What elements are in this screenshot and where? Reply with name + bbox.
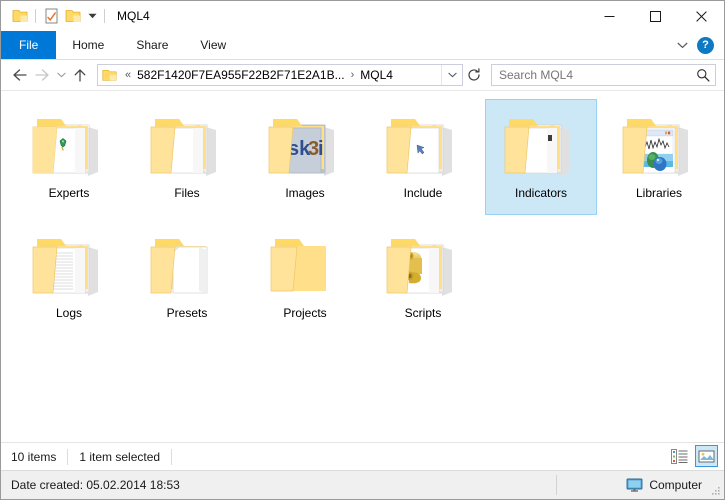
folder-text-docs-icon xyxy=(29,226,109,302)
minimize-button[interactable] xyxy=(586,1,632,31)
address-folder-icon xyxy=(98,69,120,82)
folder-documents-icon xyxy=(147,106,227,182)
quick-access-separator xyxy=(35,9,36,23)
file-item-presets[interactable]: Presets xyxy=(131,219,243,335)
title-bar: MQL4 xyxy=(1,1,724,31)
folder-thumbnail-chart-icon xyxy=(619,106,699,182)
file-item-label: Files xyxy=(174,186,200,200)
back-button[interactable] xyxy=(9,64,31,86)
location-info: Computer xyxy=(626,471,702,499)
item-count-label: 10 items xyxy=(11,448,69,465)
ribbon-tab-bar: File Home Share View ? xyxy=(1,31,724,60)
tab-share[interactable]: Share xyxy=(120,31,184,59)
tab-view[interactable]: View xyxy=(184,31,242,59)
folder-thumbnail-img-icon: sk 3 i xyxy=(265,106,345,182)
search-box[interactable] xyxy=(491,64,716,86)
breadcrumb-item-mql4[interactable]: MQL4 xyxy=(359,68,394,82)
breadcrumb-overflow[interactable]: « xyxy=(120,69,136,81)
file-explorer-window: MQL4 File Home Share View ? « 582F1420F7… xyxy=(0,0,725,500)
file-item-label: Logs xyxy=(55,306,83,320)
file-item-label: Presets xyxy=(166,306,208,320)
breadcrumb: « 582F1420F7EA955F22B2F71E2A1B... › MQL4 xyxy=(120,68,441,82)
date-created-text: Date created: 05.02.2014 18:53 xyxy=(11,478,180,492)
quick-access-toolbar: MQL4 xyxy=(1,5,150,27)
file-item-include[interactable]: Include xyxy=(367,99,479,215)
file-item-label: Include xyxy=(403,186,443,200)
details-view-button[interactable] xyxy=(668,445,691,467)
resize-grip[interactable] xyxy=(711,486,721,496)
file-item-files[interactable]: Files xyxy=(131,99,243,215)
folder-blank-doc-icon xyxy=(147,226,227,302)
window-controls xyxy=(586,1,724,31)
file-item-label: Indicators xyxy=(514,186,568,200)
folder-document-blue-icon xyxy=(383,106,463,182)
selection-count-label: 1 item selected xyxy=(79,448,173,465)
address-dropdown-icon[interactable] xyxy=(441,65,462,85)
breadcrumb-separator[interactable]: › xyxy=(346,69,360,81)
file-item-label: Experts xyxy=(48,186,90,200)
tab-home[interactable]: Home xyxy=(56,31,120,59)
file-item-logs[interactable]: Logs xyxy=(13,219,125,335)
title-separator xyxy=(104,9,105,23)
recent-locations-button[interactable] xyxy=(53,64,69,86)
help-icon[interactable]: ? xyxy=(697,36,714,54)
address-input[interactable]: « 582F1420F7EA955F22B2F71E2A1B... › MQL4 xyxy=(97,64,463,86)
customize-quick-access-arrow[interactable] xyxy=(84,5,100,27)
maximize-button[interactable] xyxy=(632,1,678,31)
file-item-label: Libraries xyxy=(635,186,683,200)
file-item-projects[interactable]: Projects xyxy=(249,219,361,335)
status-bar: 10 items 1 item selected xyxy=(1,442,724,470)
file-item-images[interactable]: sk 3 i Images xyxy=(249,99,361,215)
details-divider xyxy=(556,475,557,495)
refresh-icon[interactable] xyxy=(463,64,485,86)
details-pane: Date created: 05.02.2014 18:53 Computer xyxy=(1,470,724,499)
computer-icon xyxy=(626,478,643,492)
folder-documents-icon xyxy=(501,106,581,182)
breadcrumb-item-guid[interactable]: 582F1420F7EA955F22B2F71E2A1B... xyxy=(136,68,345,82)
folder-empty-icon xyxy=(265,226,345,302)
address-bar: « 582F1420F7EA955F22B2F71E2A1B... › MQL4 xyxy=(1,60,724,91)
up-button[interactable] xyxy=(69,64,91,86)
location-label: Computer xyxy=(649,478,702,492)
icon-grid: Experts Files sk 3 i Images Include Indi… xyxy=(1,99,724,339)
svg-text:i: i xyxy=(318,138,324,160)
search-input[interactable] xyxy=(492,67,691,83)
folder-documents-gem-icon xyxy=(29,106,109,182)
search-icon[interactable] xyxy=(691,68,715,82)
file-item-indicators[interactable]: Indicators xyxy=(485,99,597,215)
close-button[interactable] xyxy=(678,1,724,31)
file-item-scripts[interactable]: Scripts xyxy=(367,219,479,335)
file-item-libraries[interactable]: Libraries xyxy=(603,99,715,215)
file-item-label: Images xyxy=(285,186,325,200)
file-item-experts[interactable]: Experts xyxy=(13,99,125,215)
new-folder-icon[interactable] xyxy=(62,5,84,27)
file-item-label: Projects xyxy=(283,306,327,320)
large-icons-view-button[interactable] xyxy=(695,445,718,467)
folder-scroll-icon xyxy=(383,226,463,302)
view-mode-buttons xyxy=(668,443,718,469)
properties-icon[interactable] xyxy=(40,5,62,27)
tab-file[interactable]: File xyxy=(1,31,57,59)
ribbon-right-controls: ? xyxy=(673,31,720,59)
file-item-label: Scripts xyxy=(404,306,442,320)
file-list-view[interactable]: Experts Files sk 3 i Images Include Indi… xyxy=(1,91,724,442)
forward-button[interactable] xyxy=(31,64,53,86)
window-title: MQL4 xyxy=(117,9,150,23)
folder-icon[interactable] xyxy=(9,5,31,27)
chevron-down-icon[interactable] xyxy=(673,36,691,54)
